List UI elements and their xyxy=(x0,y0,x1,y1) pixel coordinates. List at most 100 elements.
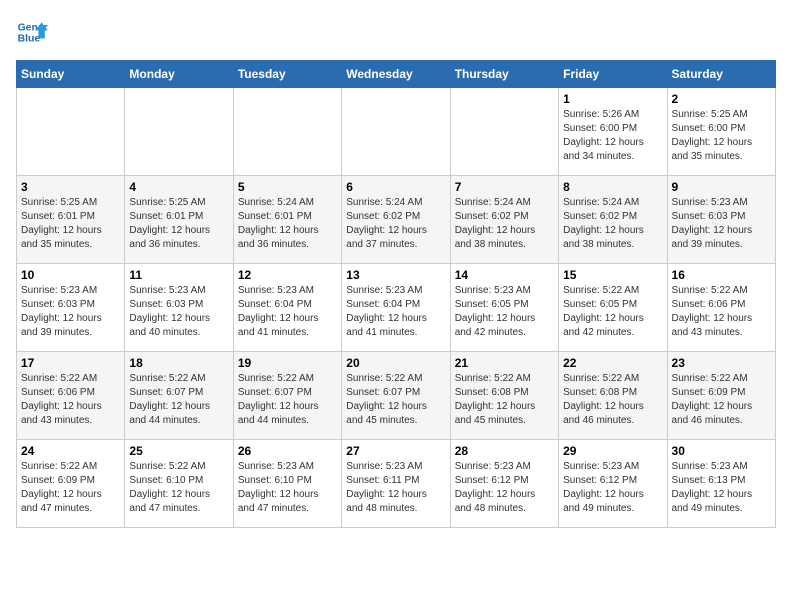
weekday-header-cell: Wednesday xyxy=(342,61,450,88)
calendar-cell: 15Sunrise: 5:22 AM Sunset: 6:05 PM Dayli… xyxy=(559,264,667,352)
day-info: Sunrise: 5:23 AM Sunset: 6:11 PM Dayligh… xyxy=(346,460,445,516)
calendar-cell: 29 Sunrise: 5:23 AM Sunset: 6:12 PM Dayli… xyxy=(559,440,667,528)
calendar-cell: 9Sunrise: 5:23 AM Sunset: 6:03 PM Daylig… xyxy=(667,176,775,264)
day-number: 9 xyxy=(672,180,771,194)
calendar-week-row: 24 Sunrise: 5:22 AM Sunset: 6:09 PM Dayli… xyxy=(17,440,776,528)
calendar-cell: 6Sunrise: 5:24 AM Sunset: 6:02 PM Daylig… xyxy=(342,176,450,264)
calendar-week-row: 10 Sunrise: 5:23 AM Sunset: 6:03 PM Dayli… xyxy=(17,264,776,352)
day-info: Sunrise: 5:23 AM Sunset: 6:12 PM Dayligh… xyxy=(563,460,662,516)
weekday-header-cell: Friday xyxy=(559,61,667,88)
day-number: 7 xyxy=(455,180,554,194)
calendar-cell: 22Sunrise: 5:22 AM Sunset: 6:08 PM Dayli… xyxy=(559,352,667,440)
calendar-cell: 25 Sunrise: 5:22 AM Sunset: 6:10 PM Dayli… xyxy=(125,440,233,528)
calendar-cell: 3Sunrise: 5:25 AM Sunset: 6:01 PM Daylig… xyxy=(17,176,125,264)
day-info: Sunrise: 5:25 AM Sunset: 6:01 PM Dayligh… xyxy=(129,196,228,252)
day-number: 30 xyxy=(672,444,771,458)
day-info: Sunrise: 5:24 AM Sunset: 6:02 PM Dayligh… xyxy=(563,196,662,252)
calendar-cell: 5 Sunrise: 5:24 AM Sunset: 6:01 PM Daylig… xyxy=(233,176,341,264)
day-number: 17 xyxy=(21,356,120,370)
day-info: Sunrise: 5:24 AM Sunset: 6:02 PM Dayligh… xyxy=(455,196,554,252)
day-info: Sunrise: 5:24 AM Sunset: 6:01 PM Dayligh… xyxy=(238,196,337,252)
weekday-header-row: SundayMondayTuesdayWednesdayThursdayFrid… xyxy=(17,61,776,88)
logo: General Blue xyxy=(16,16,48,48)
day-number: 1 xyxy=(563,92,662,106)
day-number: 16 xyxy=(672,268,771,282)
calendar-cell: 23 Sunrise: 5:22 AM Sunset: 6:09 PM Dayli… xyxy=(667,352,775,440)
day-number: 23 xyxy=(672,356,771,370)
calendar-cell: 17 Sunrise: 5:22 AM Sunset: 6:06 PM Dayli… xyxy=(17,352,125,440)
day-number: 21 xyxy=(455,356,554,370)
calendar-cell: 4 Sunrise: 5:25 AM Sunset: 6:01 PM Daylig… xyxy=(125,176,233,264)
calendar-cell: 7 Sunrise: 5:24 AM Sunset: 6:02 PM Daylig… xyxy=(450,176,558,264)
calendar-cell xyxy=(233,88,341,176)
calendar-week-row: 3Sunrise: 5:25 AM Sunset: 6:01 PM Daylig… xyxy=(17,176,776,264)
day-info: Sunrise: 5:25 AM Sunset: 6:01 PM Dayligh… xyxy=(21,196,120,252)
day-info: Sunrise: 5:22 AM Sunset: 6:05 PM Dayligh… xyxy=(563,284,662,340)
calendar-cell: 10 Sunrise: 5:23 AM Sunset: 6:03 PM Dayli… xyxy=(17,264,125,352)
weekday-header-cell: Saturday xyxy=(667,61,775,88)
day-info: Sunrise: 5:22 AM Sunset: 6:09 PM Dayligh… xyxy=(672,372,771,428)
calendar-cell: 12 Sunrise: 5:23 AM Sunset: 6:04 PM Dayli… xyxy=(233,264,341,352)
day-number: 11 xyxy=(129,268,228,282)
day-info: Sunrise: 5:22 AM Sunset: 6:09 PM Dayligh… xyxy=(21,460,120,516)
day-number: 25 xyxy=(129,444,228,458)
day-info: Sunrise: 5:23 AM Sunset: 6:05 PM Dayligh… xyxy=(455,284,554,340)
day-info: Sunrise: 5:23 AM Sunset: 6:03 PM Dayligh… xyxy=(21,284,120,340)
weekday-header-cell: Sunday xyxy=(17,61,125,88)
calendar-cell: 24 Sunrise: 5:22 AM Sunset: 6:09 PM Dayli… xyxy=(17,440,125,528)
day-info: Sunrise: 5:26 AM Sunset: 6:00 PM Dayligh… xyxy=(563,108,662,164)
day-info: Sunrise: 5:22 AM Sunset: 6:07 PM Dayligh… xyxy=(346,372,445,428)
day-number: 13 xyxy=(346,268,445,282)
svg-text:Blue: Blue xyxy=(18,34,41,45)
day-number: 12 xyxy=(238,268,337,282)
day-info: Sunrise: 5:23 AM Sunset: 6:10 PM Dayligh… xyxy=(238,460,337,516)
calendar-table: SundayMondayTuesdayWednesdayThursdayFrid… xyxy=(16,60,776,528)
calendar-cell: 20Sunrise: 5:22 AM Sunset: 6:07 PM Dayli… xyxy=(342,352,450,440)
day-number: 28 xyxy=(455,444,554,458)
day-number: 5 xyxy=(238,180,337,194)
weekday-header-cell: Tuesday xyxy=(233,61,341,88)
calendar-cell: 18 Sunrise: 5:22 AM Sunset: 6:07 PM Dayli… xyxy=(125,352,233,440)
day-number: 8 xyxy=(563,180,662,194)
weekday-header-cell: Monday xyxy=(125,61,233,88)
day-info: Sunrise: 5:24 AM Sunset: 6:02 PM Dayligh… xyxy=(346,196,445,252)
calendar-cell xyxy=(125,88,233,176)
calendar-cell: 26Sunrise: 5:23 AM Sunset: 6:10 PM Dayli… xyxy=(233,440,341,528)
weekday-header-cell: Thursday xyxy=(450,61,558,88)
calendar-cell: 14 Sunrise: 5:23 AM Sunset: 6:05 PM Dayli… xyxy=(450,264,558,352)
day-info: Sunrise: 5:22 AM Sunset: 6:07 PM Dayligh… xyxy=(129,372,228,428)
day-info: Sunrise: 5:22 AM Sunset: 6:06 PM Dayligh… xyxy=(21,372,120,428)
calendar-body: 1 Sunrise: 5:26 AM Sunset: 6:00 PM Daylig… xyxy=(17,88,776,528)
day-number: 19 xyxy=(238,356,337,370)
day-info: Sunrise: 5:22 AM Sunset: 6:08 PM Dayligh… xyxy=(563,372,662,428)
day-number: 24 xyxy=(21,444,120,458)
calendar-cell xyxy=(450,88,558,176)
calendar-cell: 30 Sunrise: 5:23 AM Sunset: 6:13 PM Dayli… xyxy=(667,440,775,528)
day-number: 14 xyxy=(455,268,554,282)
day-info: Sunrise: 5:22 AM Sunset: 6:07 PM Dayligh… xyxy=(238,372,337,428)
calendar-cell: 27 Sunrise: 5:23 AM Sunset: 6:11 PM Dayli… xyxy=(342,440,450,528)
day-number: 29 xyxy=(563,444,662,458)
day-number: 2 xyxy=(672,92,771,106)
page-header: General Blue xyxy=(16,16,776,48)
day-number: 4 xyxy=(129,180,228,194)
calendar-cell: 21 Sunrise: 5:22 AM Sunset: 6:08 PM Dayli… xyxy=(450,352,558,440)
calendar-cell: 13Sunrise: 5:23 AM Sunset: 6:04 PM Dayli… xyxy=(342,264,450,352)
day-number: 18 xyxy=(129,356,228,370)
calendar-week-row: 17 Sunrise: 5:22 AM Sunset: 6:06 PM Dayli… xyxy=(17,352,776,440)
day-info: Sunrise: 5:23 AM Sunset: 6:03 PM Dayligh… xyxy=(129,284,228,340)
calendar-cell: 28 Sunrise: 5:23 AM Sunset: 6:12 PM Dayli… xyxy=(450,440,558,528)
day-info: Sunrise: 5:22 AM Sunset: 6:10 PM Dayligh… xyxy=(129,460,228,516)
calendar-cell: 8 Sunrise: 5:24 AM Sunset: 6:02 PM Daylig… xyxy=(559,176,667,264)
day-info: Sunrise: 5:25 AM Sunset: 6:00 PM Dayligh… xyxy=(672,108,771,164)
day-info: Sunrise: 5:22 AM Sunset: 6:08 PM Dayligh… xyxy=(455,372,554,428)
calendar-cell: 1 Sunrise: 5:26 AM Sunset: 6:00 PM Daylig… xyxy=(559,88,667,176)
day-number: 10 xyxy=(21,268,120,282)
calendar-week-row: 1 Sunrise: 5:26 AM Sunset: 6:00 PM Daylig… xyxy=(17,88,776,176)
day-info: Sunrise: 5:23 AM Sunset: 6:13 PM Dayligh… xyxy=(672,460,771,516)
calendar-cell: 16Sunrise: 5:22 AM Sunset: 6:06 PM Dayli… xyxy=(667,264,775,352)
calendar-cell: 11 Sunrise: 5:23 AM Sunset: 6:03 PM Dayli… xyxy=(125,264,233,352)
day-info: Sunrise: 5:23 AM Sunset: 6:04 PM Dayligh… xyxy=(238,284,337,340)
day-info: Sunrise: 5:23 AM Sunset: 6:12 PM Dayligh… xyxy=(455,460,554,516)
day-number: 27 xyxy=(346,444,445,458)
